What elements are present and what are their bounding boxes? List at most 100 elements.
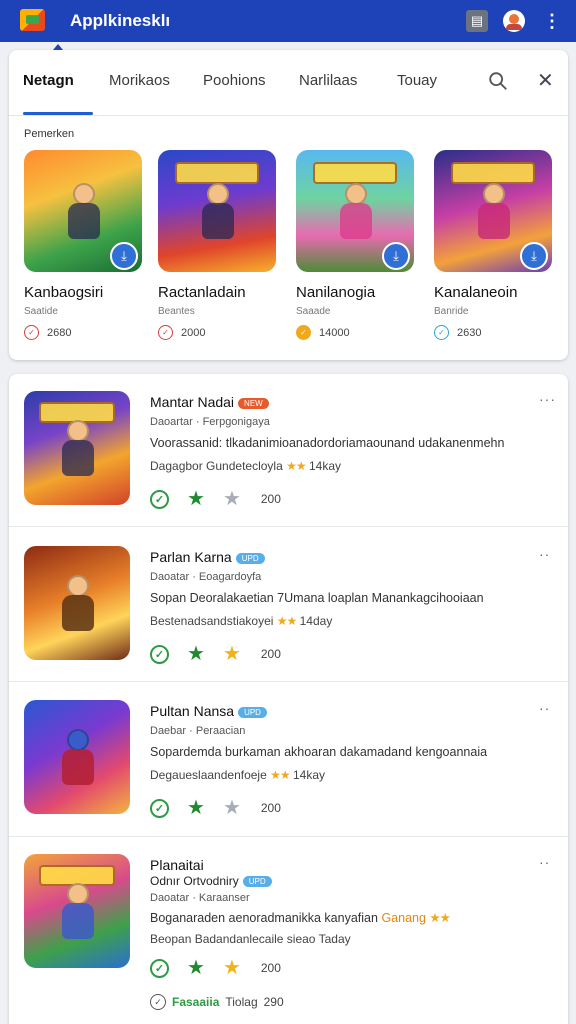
list-item-meta: Daoartar · Ferpgonigaya xyxy=(150,416,270,428)
list-item-actions: ✓ ★ ★ 200 xyxy=(150,489,281,509)
list-item-description: Sopardemda burkaman akhoaran dakamadand … xyxy=(150,745,488,759)
list-item-actions: ✓ ★ ★ 200 xyxy=(150,798,281,818)
app-title: Applkinesklı xyxy=(70,11,171,30)
game-thumbnail[interactable] xyxy=(24,391,130,505)
check-ring-icon: ✓ xyxy=(150,994,166,1010)
list-item-title-secondary: Odnır Ortvodniry UPD xyxy=(150,874,272,888)
rating-count: 2630 xyxy=(457,326,482,339)
game-thumbnail[interactable] xyxy=(24,546,130,660)
star-icon[interactable]: ★ xyxy=(187,489,205,509)
game-thumbnail[interactable]: ⤓ xyxy=(434,150,552,272)
list-item-title: Planaitai xyxy=(150,857,204,873)
cast-icon[interactable]: ▤ xyxy=(466,10,488,32)
game-thumbnail[interactable] xyxy=(158,150,276,272)
list-item[interactable]: Mantar Nadai NEW Daoartar · Ferpgonigaya … xyxy=(9,391,568,531)
active-tab-indicator xyxy=(23,112,93,115)
check-ring-icon: ✓ xyxy=(296,325,311,340)
featured-subtitle: Saatide xyxy=(24,306,58,317)
tab-touay[interactable]: Touay xyxy=(397,72,437,89)
update-chip: UPD xyxy=(238,706,267,718)
tab-netagn[interactable]: Netagn xyxy=(23,72,74,89)
list-item-subline: Degaueslaandenfoeje ★★ 14kay xyxy=(150,768,325,782)
list-item-title: Parlan Karna UPD xyxy=(150,549,265,565)
list-item-meta: Daoatar · Eoagardoyfa xyxy=(150,571,262,583)
featured-subtitle: Saaade xyxy=(296,306,331,317)
more-horizontal-icon[interactable]: ·· xyxy=(539,700,550,716)
star-rating: ★★ xyxy=(270,768,290,782)
rating-count: 200 xyxy=(260,801,281,815)
game-thumbnail[interactable]: ⤓ xyxy=(296,150,414,272)
list-item-title: Pultan Nansa UPD xyxy=(150,703,267,719)
featured-title: Kanbaogsiri xyxy=(24,284,104,301)
star-rating: ★★ xyxy=(286,459,306,473)
star-outline-icon[interactable]: ★ xyxy=(223,489,241,509)
download-badge-icon: ⤓ xyxy=(110,242,138,270)
list-item-description: Voorassanid: tlkadanimioanadordoriamaoun… xyxy=(150,436,505,450)
divider xyxy=(9,836,568,837)
star-icon[interactable]: ★ xyxy=(187,644,205,664)
list-item[interactable]: Pultan Nansa UPD Daebar · Peraacian Sopar… xyxy=(9,700,568,840)
game-thumbnail[interactable]: ⤓ xyxy=(24,150,142,272)
list-item-title: Mantar Nadai NEW xyxy=(150,394,269,410)
featured-subtitle: Beantes xyxy=(158,306,195,317)
star-rating: ★★ xyxy=(276,614,297,628)
footer-text: Tiolag xyxy=(225,995,258,1009)
rating-count: 2000 xyxy=(181,326,206,339)
featured-title: Nanilanogia xyxy=(296,284,376,301)
rating-count: 200 xyxy=(260,961,281,975)
featured-item[interactable]: ⤓ Kanalaneoin Banride ✓ 2630 xyxy=(434,150,552,340)
rating-count: 2680 xyxy=(47,326,72,339)
more-vertical-icon[interactable]: ⋮ xyxy=(540,9,564,33)
featured-rating: ✓ 2630 xyxy=(434,325,552,340)
star-icon[interactable]: ★ xyxy=(187,798,205,818)
featured-item[interactable]: ⤓ Kanbaogsiri Saatide ✓ 2680 xyxy=(24,150,142,340)
update-chip: UPD xyxy=(235,552,265,564)
list-item-subline: Bestenadsandstiakoyei ★★ 14day xyxy=(150,614,333,628)
more-horizontal-icon[interactable]: ·· xyxy=(539,854,550,870)
check-ring-icon[interactable]: ✓ xyxy=(150,644,169,664)
game-thumbnail[interactable] xyxy=(24,854,130,968)
game-thumbnail[interactable] xyxy=(24,700,130,814)
list-item-meta: Daoatar · Karaanser xyxy=(150,892,250,904)
star-icon[interactable]: ★ xyxy=(187,958,205,978)
divider xyxy=(9,526,568,527)
list-item[interactable]: Planaitai Odnır Ortvodniry UPD Daoatar · … xyxy=(9,854,568,994)
more-horizontal-icon[interactable]: ··· xyxy=(539,391,556,407)
list-item-description: Boganaraden aenoradmanikka kanyafian Gan… xyxy=(150,911,451,925)
search-icon[interactable] xyxy=(487,70,509,92)
tab-poohions[interactable]: Poohions xyxy=(203,72,266,89)
star-outline-icon[interactable]: ★ xyxy=(223,798,241,818)
tab-caret-icon xyxy=(53,44,63,50)
check-ring-icon[interactable]: ✓ xyxy=(150,489,169,509)
list-footer: ✓ Fasaaiia Tiolag 290 xyxy=(150,994,284,1010)
list-item-subline: Dagagbor Gundetecloyla ★★ 14kay xyxy=(150,459,341,473)
avatar-icon[interactable] xyxy=(503,10,525,32)
list-item-subline: Beopan Badandanlecaile sieao Taday xyxy=(150,932,351,946)
check-ring-icon[interactable]: ✓ xyxy=(150,958,169,978)
more-horizontal-icon[interactable]: ·· xyxy=(539,546,550,562)
list-item[interactable]: Parlan Karna UPD Daoatar · Eoagardoyfa So… xyxy=(9,546,568,686)
check-ring-icon: ✓ xyxy=(158,325,173,340)
game-list: Mantar Nadai NEW Daoartar · Ferpgonigaya … xyxy=(9,374,568,1024)
check-ring-icon: ✓ xyxy=(434,325,449,340)
footer-brand: Fasaaiia xyxy=(172,995,220,1009)
list-item-actions: ✓ ★ ★ 200 xyxy=(150,958,281,978)
featured-section-label: Pemerken xyxy=(24,128,75,140)
featured-rating: ✓ 2000 xyxy=(158,325,276,340)
featured-item[interactable]: Ractanladain Beantes ✓ 2000 xyxy=(158,150,276,340)
featured-subtitle: Banride xyxy=(434,306,469,317)
tab-narlilaas[interactable]: Narlilaas xyxy=(299,72,357,89)
tab-bar: Netagn Morikaos Poohions Narlilaas Touay… xyxy=(9,60,568,116)
star-filled-icon[interactable]: ★ xyxy=(223,644,241,664)
featured-title: Kanalaneoin xyxy=(434,284,518,301)
tab-morikaos[interactable]: Morikaos xyxy=(109,72,170,89)
app-bar: Applkinesklı ▤ ⋮ xyxy=(0,0,576,42)
featured-item[interactable]: ⤓ Nanilanogia Saaade ✓ 14000 xyxy=(296,150,414,340)
close-icon[interactable]: ✕ xyxy=(537,68,554,93)
check-ring-icon[interactable]: ✓ xyxy=(150,798,169,818)
rating-count: 200 xyxy=(260,492,281,506)
featured-card: Netagn Morikaos Poohions Narlilaas Touay… xyxy=(9,44,568,360)
check-ring-icon: ✓ xyxy=(24,325,39,340)
app-logo-icon[interactable] xyxy=(20,9,45,31)
star-filled-icon[interactable]: ★ xyxy=(223,958,241,978)
